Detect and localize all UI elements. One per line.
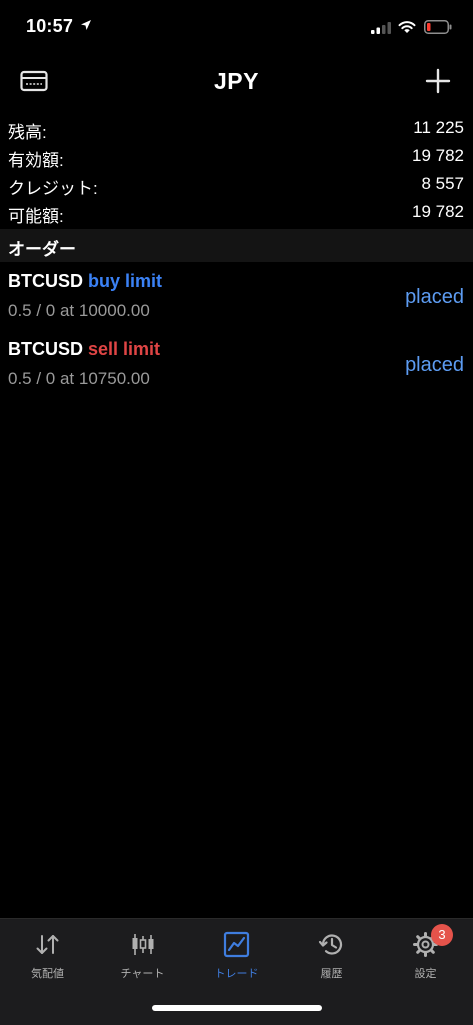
summary-row-free-margin: 可能額: 19 782 <box>0 198 473 226</box>
battery-icon <box>424 20 452 34</box>
arrows-updown-icon <box>36 935 59 954</box>
tab-label: 履歴 <box>320 968 343 980</box>
order-status: placed <box>405 286 464 308</box>
orders-section-header: オーダー <box>0 229 473 262</box>
summary-value: 19 782 <box>412 202 464 221</box>
nav-bar: JPY <box>0 58 473 106</box>
location-arrow-icon <box>81 20 91 30</box>
summary-label: 可能額: <box>8 207 64 226</box>
status-bar: 10:57 <box>0 0 473 52</box>
tab-label: チャート <box>120 968 165 980</box>
tab-label: 気配値 <box>31 968 64 980</box>
order-type: buy limit <box>88 271 163 291</box>
order-symbol: BTCUSD <box>8 339 83 359</box>
tab-chart[interactable]: チャート <box>95 919 190 989</box>
account-summary: 残高: 11 225 有効額: 19 782 クレジット: 8 557 可能額:… <box>0 114 473 226</box>
orders-list: BTCUSD buy limit 0.5 / 0 at 10000.00 pla… <box>0 264 473 400</box>
summary-label: クレジット: <box>8 179 98 198</box>
summary-row-balance: 残高: 11 225 <box>0 114 473 142</box>
summary-value: 11 225 <box>413 118 464 137</box>
tab-settings[interactable]: 3 設定 <box>378 919 473 989</box>
order-detail: 0.5 / 0 at 10750.00 <box>8 369 150 388</box>
summary-value: 19 782 <box>412 146 464 165</box>
wifi-icon <box>398 21 416 33</box>
trade-chart-icon <box>223 931 250 958</box>
tab-label: トレード <box>214 968 259 980</box>
summary-label: 残高: <box>8 123 47 142</box>
plus-icon[interactable] <box>424 67 452 95</box>
order-title: BTCUSD sell limit <box>8 339 160 360</box>
home-indicator[interactable] <box>152 1005 322 1011</box>
summary-label: 有効額: <box>8 151 64 170</box>
order-row[interactable]: BTCUSD sell limit 0.5 / 0 at 10750.00 pl… <box>0 332 473 400</box>
summary-row-equity: 有効額: 19 782 <box>0 142 473 170</box>
order-status: placed <box>405 354 464 376</box>
order-row[interactable]: BTCUSD buy limit 0.5 / 0 at 10000.00 pla… <box>0 264 473 332</box>
tab-trade[interactable]: トレード <box>189 919 284 989</box>
tab-quotes[interactable]: 気配値 <box>0 919 95 989</box>
order-title: BTCUSD buy limit <box>8 271 162 292</box>
orders-section-title: オーダー <box>8 240 76 259</box>
tab-label: 設定 <box>414 968 437 980</box>
notification-badge: 3 <box>431 924 453 946</box>
order-symbol: BTCUSD <box>8 271 83 291</box>
tab-history[interactable]: 履歴 <box>284 919 379 989</box>
history-icon <box>318 934 343 955</box>
page-title: JPY <box>214 68 259 94</box>
candlestick-icon <box>132 934 154 955</box>
order-type: sell limit <box>88 339 161 359</box>
cellular-signal-icon <box>371 22 391 34</box>
summary-row-credit: クレジット: 8 557 <box>0 170 473 198</box>
summary-value: 8 557 <box>421 174 464 193</box>
order-detail: 0.5 / 0 at 10000.00 <box>8 301 150 320</box>
status-time: 10:57 <box>26 16 74 36</box>
